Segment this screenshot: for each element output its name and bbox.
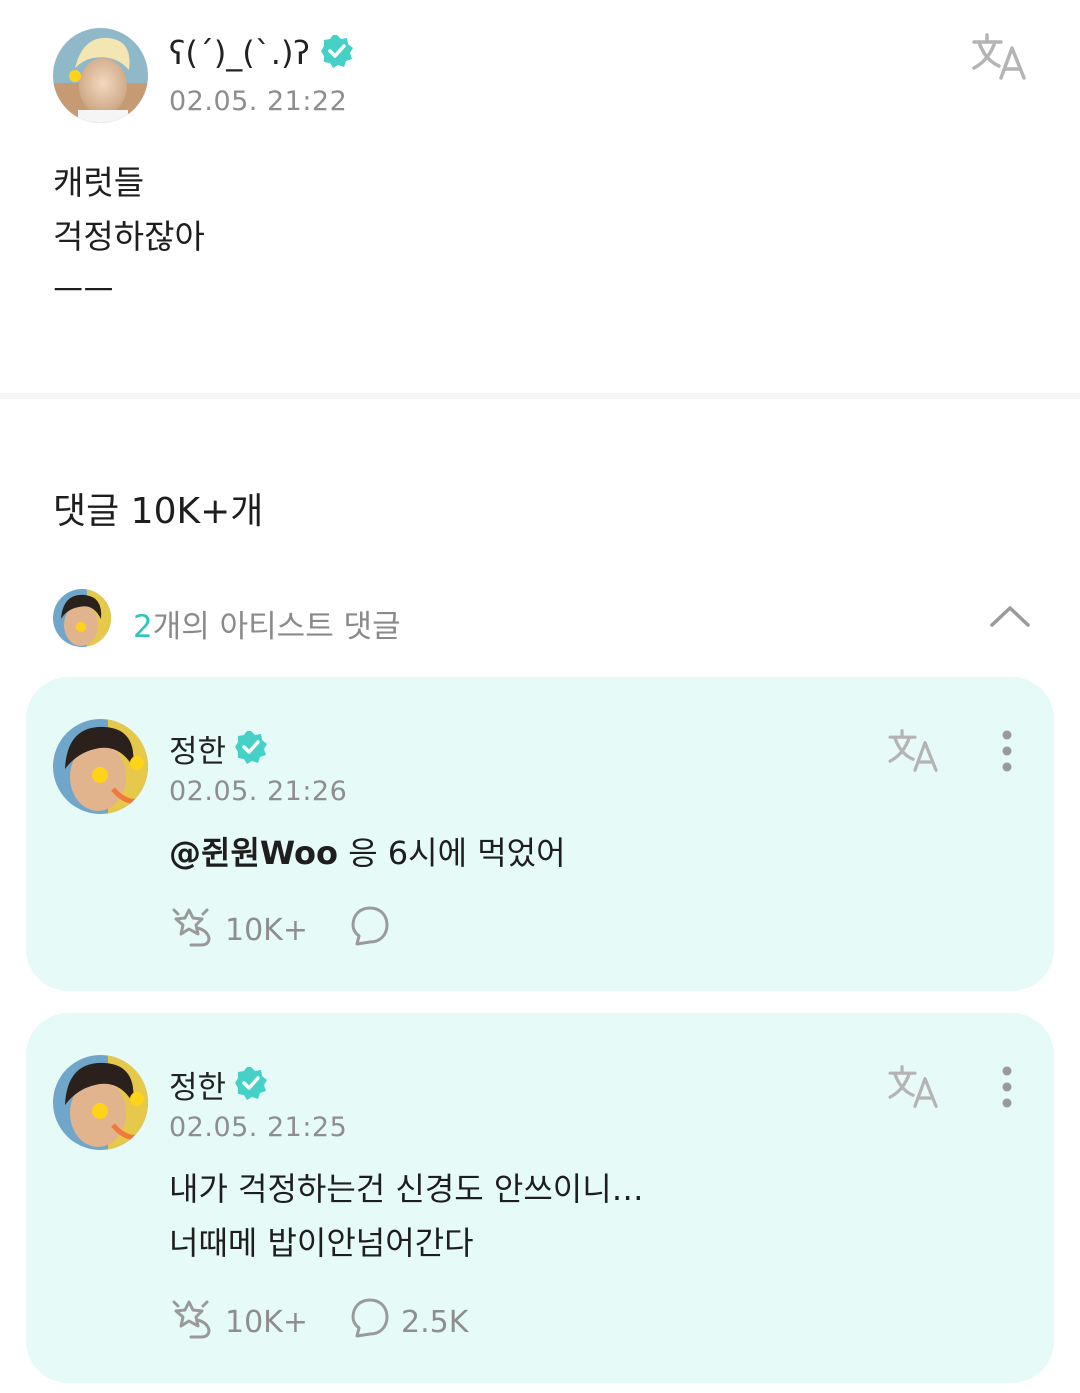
reply-icon: [349, 1296, 391, 1348]
comment-author-avatar[interactable]: [53, 1055, 148, 1150]
verified-badge-icon: [234, 730, 268, 768]
verified-badge-icon: [320, 34, 354, 72]
artist-comments-label: 개의 아티스트 댓글: [152, 609, 401, 645]
comment-timestamp: 02.05. 21:26: [169, 776, 348, 807]
comment-text-body: 응 6시에 먹었어: [338, 834, 566, 872]
artist-comments-avatar: [53, 589, 111, 647]
post-body-line: 캐럿들: [53, 163, 145, 202]
post-author-avatar[interactable]: [53, 28, 148, 123]
reply-icon: [349, 904, 391, 956]
translate-icon[interactable]: [968, 30, 1032, 84]
comment-author-avatar[interactable]: [53, 719, 148, 814]
translate-icon[interactable]: [884, 726, 944, 776]
artist-comments-count: 2: [133, 609, 153, 645]
post-author-name[interactable]: ʕ(ˊ)_(ˋ.)ʔ: [169, 34, 310, 72]
comment-author-name[interactable]: 정한: [169, 1062, 226, 1107]
comment-text-line: 너때메 밥이안넘어간다: [169, 1224, 474, 1262]
more-vertical-icon[interactable]: [992, 1062, 1022, 1112]
like-count: 10K+: [225, 912, 308, 948]
section-divider: [0, 393, 1080, 399]
verified-badge-icon: [234, 1066, 268, 1104]
artist-comments-toggle[interactable]: 2개의 아티스트 댓글: [133, 601, 401, 646]
comment-text: @쥔원Woo 응 6시에 먹었어: [169, 826, 566, 880]
like-button[interactable]: 10K+: [169, 904, 308, 956]
reply-button[interactable]: 2.5K: [349, 1296, 468, 1348]
chevron-up-icon[interactable]: [985, 596, 1035, 636]
comment-text-line: 내가 걱정하는건 신경도 안쓰이니…: [169, 1170, 644, 1208]
like-icon: [169, 1296, 215, 1348]
comment-mention[interactable]: @쥔원Woo: [169, 834, 338, 872]
comment-author-row: 정한: [169, 1062, 268, 1107]
post-author-row: ʕ(ˊ)_(ˋ.)ʔ: [169, 34, 354, 72]
comment-author-name[interactable]: 정한: [169, 726, 226, 771]
reply-count: 2.5K: [401, 1304, 469, 1340]
comment-author-row: 정한: [169, 726, 268, 771]
comment-timestamp: 02.05. 21:25: [169, 1112, 348, 1143]
more-vertical-icon[interactable]: [992, 726, 1022, 776]
comment-text: 내가 걱정하는건 신경도 안쓰이니… 너때메 밥이안넘어간다: [169, 1162, 644, 1270]
post-body-line: 걱정하잖아: [53, 217, 205, 256]
post-body: 캐럿들 걱정하잖아 ㅡㅡ: [53, 156, 205, 318]
translate-icon[interactable]: [884, 1062, 944, 1112]
like-icon: [169, 904, 215, 956]
comments-count-title: 댓글 10K+개: [53, 491, 264, 532]
like-button[interactable]: 10K+: [169, 1296, 308, 1348]
post-timestamp: 02.05. 21:22: [169, 86, 348, 117]
like-count: 10K+: [225, 1304, 308, 1340]
post-body-line: ㅡㅡ: [53, 271, 114, 310]
reply-button[interactable]: [349, 904, 401, 956]
